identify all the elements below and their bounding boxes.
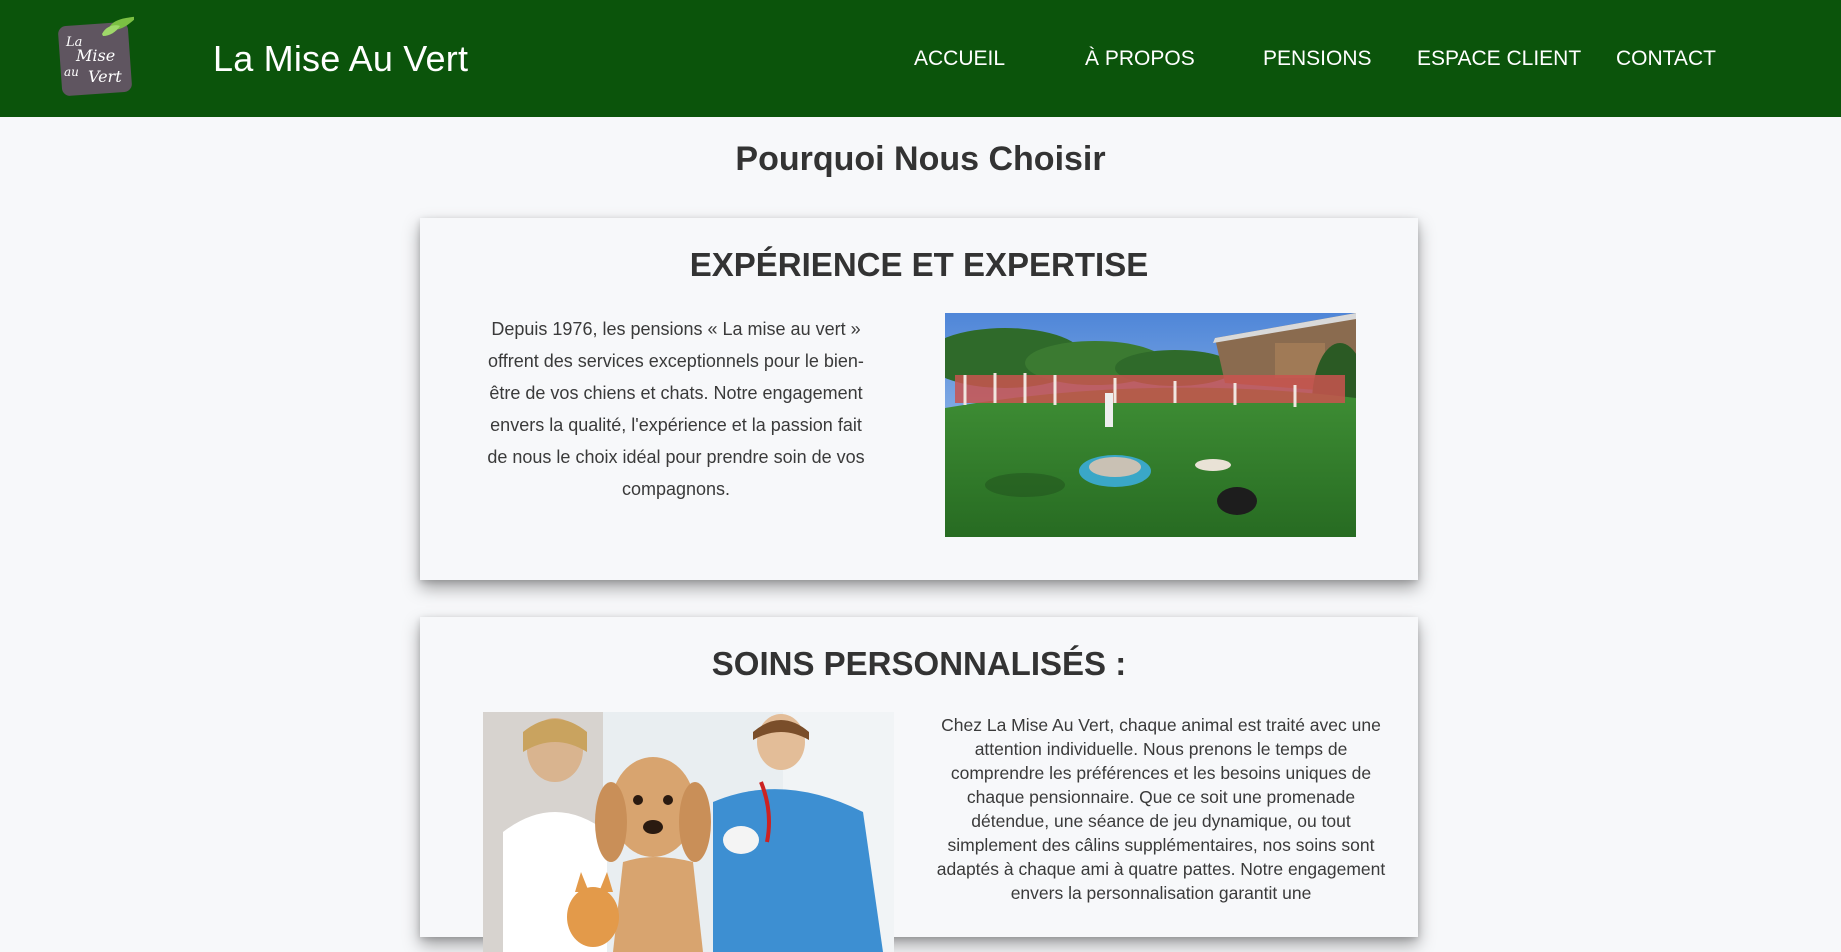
card-text: Chez La Mise Au Vert, chaque animal est …	[936, 715, 1386, 903]
card-experience: EXPÉRIENCE ET EXPERTISE Depuis 1976, les…	[420, 218, 1418, 580]
site-header: La Mise au Vert La Mise Au Vert ACCUEIL …	[0, 0, 1841, 117]
card-soins: SOINS PERSONNALISÉS : Chez La Mise Au Ve…	[420, 617, 1418, 952]
card-title: SOINS PERSONNALISÉS :	[711, 645, 1127, 682]
dog-garden-photo	[945, 313, 1356, 537]
svg-text:Vert: Vert	[88, 67, 122, 86]
nav-contact[interactable]: CONTACT	[1616, 47, 1716, 71]
nav-pensions[interactable]: PENSIONS	[1263, 47, 1372, 71]
site-logo[interactable]: La Mise au Vert	[58, 16, 134, 96]
card-title: EXPÉRIENCE ET EXPERTISE	[689, 246, 1149, 283]
vet-dog-cat-photo	[483, 712, 894, 952]
card-text: Depuis 1976, les pensions « La mise au v…	[487, 319, 865, 499]
nav-a-propos[interactable]: À PROPOS	[1085, 47, 1195, 71]
page-title: Pourquoi Nous Choisir	[735, 140, 1106, 178]
site-title[interactable]: La Mise Au Vert	[213, 38, 468, 80]
svg-text:Mise: Mise	[75, 46, 115, 65]
svg-text:au: au	[64, 65, 79, 79]
nav-accueil[interactable]: ACCUEIL	[914, 47, 1005, 71]
nav-espace-client[interactable]: ESPACE CLIENT	[1417, 47, 1581, 71]
